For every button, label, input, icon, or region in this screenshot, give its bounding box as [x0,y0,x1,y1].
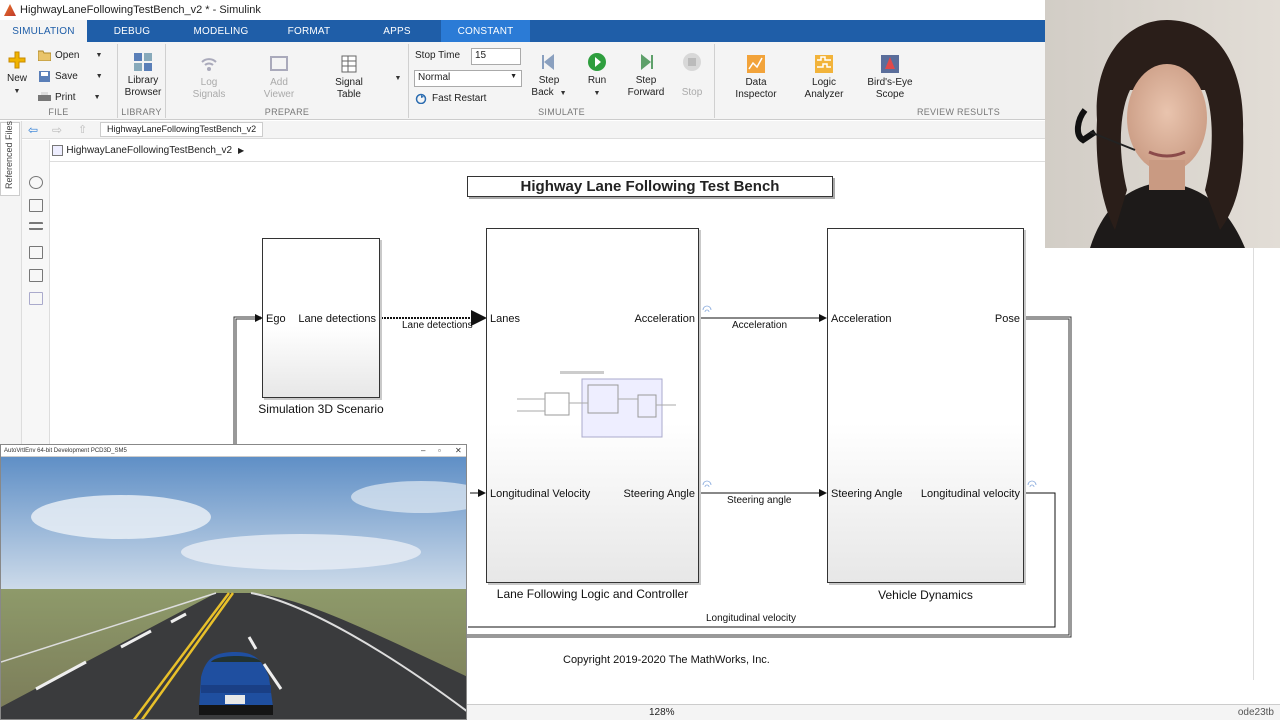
controller-out-steer: Steering Angle [623,488,695,500]
close-icon[interactable]: ✕ [455,446,462,455]
sim3d-window[interactable]: AutoVrtlEnv 64-bit Development PCD3D_SM5… [0,444,467,720]
vehicle-dynamics-block[interactable]: Acceleration Steering Angle Pose Longitu… [827,228,1024,583]
scenario-block[interactable]: Ego Lane detections [262,238,380,398]
log-marker-steer [702,480,712,488]
signal-label-steering[interactable]: Steering angle [727,495,792,506]
scenario-in-port: Ego [266,313,286,325]
controller-block-name: Lane Following Logic and Controller [496,587,689,601]
signal-label-lane-detections[interactable]: Lane detections [402,320,473,331]
log-marker-vel [1027,480,1037,488]
solver-name[interactable]: ode23tb [1238,707,1274,718]
signal-label-longitudinal-velocity[interactable]: Longitudinal velocity [706,613,796,624]
dynamics-out-velocity: Longitudinal velocity [920,488,1020,500]
vehicle-dynamics-block-name: Vehicle Dynamics [878,588,973,602]
controller-out-acc: Acceleration [634,313,695,325]
presenter-video-icon [1045,0,1280,248]
sim3d-window-title: AutoVrtlEnv 64-bit Development PCD3D_SM5 [4,447,127,454]
signal-label-acceleration[interactable]: Acceleration [732,320,787,331]
controller-block[interactable]: Lanes Longitudinal Velocity Acceleration… [486,228,699,583]
scenario-out-port: Lane detections [298,313,376,325]
copyright-note: Copyright 2019-2020 The MathWorks, Inc. [563,654,770,666]
controller-in-velocity: Longitudinal Velocity [490,488,591,500]
dynamics-out-pose: Pose [994,313,1020,325]
subsystem-preview-icon [517,371,676,438]
scenario-block-name: Simulation 3D Scenario [258,402,384,416]
minimize-icon[interactable]: – [421,446,425,455]
controller-in-lanes: Lanes [490,313,520,325]
diagram-title: Highway Lane Following Test Bench [467,176,833,197]
maximize-icon[interactable]: ▫ [438,446,441,455]
webcam-video-overlay [1045,0,1280,248]
sim3d-window-header: AutoVrtlEnv 64-bit Development PCD3D_SM5 [1,445,466,457]
sim3d-scene-view [1,457,466,719]
log-marker-acc [702,305,712,313]
zoom-level[interactable]: 128% [649,707,675,718]
dynamics-in-acc: Acceleration [831,313,892,325]
dynamics-in-steer: Steering Angle [831,488,903,500]
